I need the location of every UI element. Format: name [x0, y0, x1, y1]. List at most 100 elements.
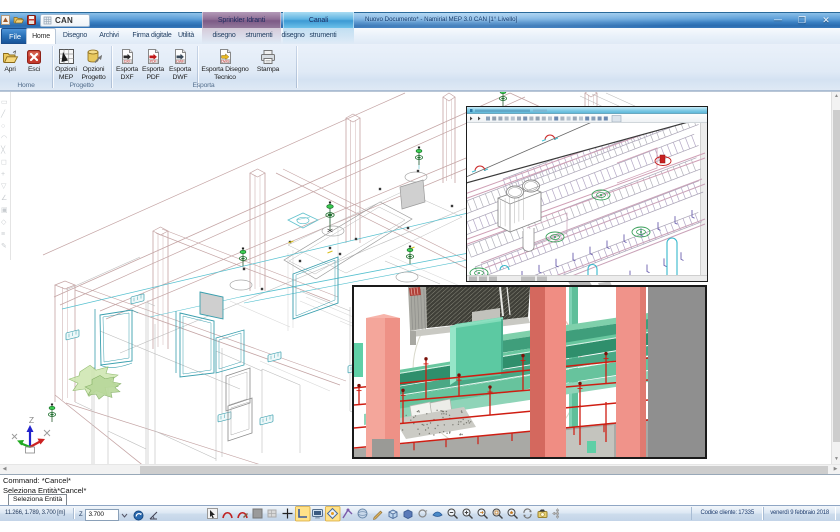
- esporta-pdf-label: Esporta PDF: [139, 66, 167, 81]
- command-line-1: Command: *Cancel*: [3, 476, 840, 486]
- inset-plan-window[interactable]: [466, 106, 708, 282]
- snap-curve-icon[interactable]: [223, 513, 232, 518]
- tab-sprinkler-strumenti[interactable]: strumenti: [239, 28, 279, 44]
- command-history[interactable]: Command: *Cancel* Seleziona Entità*Cance…: [0, 474, 840, 494]
- scroll-right-arrow[interactable]: ▶: [831, 465, 840, 474]
- restore-button[interactable]: ❐: [796, 14, 808, 26]
- esporta-dxf-label: Esporta DXF: [113, 66, 141, 81]
- angle-icon[interactable]: [148, 510, 159, 521]
- tab-file[interactable]: File: [1, 28, 29, 44]
- inset-render-window[interactable]: [352, 285, 707, 459]
- esporta-disegno-tecnico-label: Esporta Disegno Tecnico: [197, 66, 253, 81]
- camera-icon[interactable]: [538, 510, 547, 518]
- minimize-button[interactable]: —: [772, 14, 784, 26]
- regen-icon[interactable]: [524, 509, 532, 518]
- z-value-input[interactable]: 3.700: [85, 509, 119, 521]
- vertical-scroll-thumb[interactable]: [833, 110, 840, 442]
- tracking-icon[interactable]: [133, 510, 144, 521]
- pencil-icon[interactable]: [374, 511, 383, 520]
- tab-disegno[interactable]: Disegno: [57, 28, 93, 44]
- contextual-group-sprinkler[interactable]: Sprinkler Idranti: [202, 12, 281, 28]
- esporta-pdf-button[interactable]: PDF Esporta PDF: [139, 46, 167, 81]
- horizontal-scrollbar[interactable]: ◀ ▶: [0, 464, 840, 474]
- inset-plan-hscroll-parts: [467, 276, 707, 281]
- apri-button[interactable]: Apri: [0, 46, 20, 74]
- polar-icon[interactable]: [343, 509, 352, 519]
- crosshair-icon[interactable]: [283, 509, 293, 519]
- ribbon-button-icon-slot: [24, 46, 44, 64]
- ortho-icon[interactable]: [296, 507, 311, 522]
- group-separator: [296, 46, 297, 88]
- svg-text:▣: ▣: [1, 207, 8, 214]
- statusbar-separator: [73, 508, 74, 519]
- inset-plan-titlebar[interactable]: [467, 107, 707, 114]
- orbit-icon[interactable]: [419, 510, 428, 517]
- svg-text:DWF: DWF: [176, 59, 185, 63]
- zoom-extents-icon[interactable]: [508, 509, 518, 519]
- esporta-dxf-button[interactable]: DXF Esporta DXF: [113, 46, 141, 81]
- scroll-down-arrow[interactable]: ▼: [832, 455, 840, 464]
- esporta-dwf-label: Esporta DWF: [166, 66, 194, 81]
- grid-icon[interactable]: [253, 509, 262, 518]
- left-mini-toolbar[interactable]: ▭╱○◠╳◻+▽∠▣◇≡✎: [0, 92, 11, 260]
- ribbon-button-icon-slot: PDF: [139, 46, 167, 64]
- statusbar-right-segments: Codice cliente: 17335 venerdì 9 febbraio…: [691, 507, 836, 520]
- tab-utilita[interactable]: Utilità: [171, 28, 201, 44]
- save-icon[interactable]: [27, 15, 36, 25]
- inset-plan-toolbar[interactable]: [467, 114, 707, 123]
- ribbon-button-icon-slot: [0, 46, 20, 64]
- tab-home[interactable]: Home: [26, 28, 56, 44]
- cube-icon[interactable]: [389, 510, 397, 519]
- ribbon-button-icon-slot: [53, 46, 79, 64]
- window-buttons: — ❐ ✕: [772, 14, 832, 26]
- select-icon[interactable]: [208, 509, 218, 519]
- svg-text:◠: ◠: [1, 135, 7, 142]
- sphere-icon[interactable]: [358, 509, 367, 518]
- zoom-window-icon[interactable]: [493, 509, 503, 519]
- app-icon[interactable]: [1, 15, 10, 25]
- z-label: Z: [79, 512, 82, 518]
- esci-button[interactable]: Esci: [24, 46, 44, 74]
- esporta-disegno-tecnico-button[interactable]: DWG Esporta Disegno Tecnico: [197, 46, 253, 81]
- horizontal-scroll-thumb[interactable]: [140, 466, 828, 474]
- birdseye-icon[interactable]: [433, 512, 442, 517]
- svg-text:◇: ◇: [1, 219, 7, 226]
- ribbon-button-icon-slot: [254, 46, 282, 64]
- opzioni-mep-button[interactable]: Opzioni MEP: [53, 46, 79, 81]
- can-combo[interactable]: CAN: [40, 14, 90, 27]
- cube2-icon[interactable]: [404, 510, 412, 519]
- tab-canali-strumenti[interactable]: strumenti: [302, 28, 344, 44]
- zoom-out-icon[interactable]: [448, 509, 458, 519]
- pan-icon[interactable]: [553, 509, 560, 519]
- z-spinner[interactable]: [120, 510, 129, 520]
- monitor-icon[interactable]: [313, 510, 323, 519]
- esporta-disegno-tecnico-icon: DWG: [218, 49, 232, 64]
- tab-sprinkler-disegno[interactable]: disegno: [206, 28, 242, 44]
- tab-archivi[interactable]: Archivi: [93, 28, 125, 44]
- svg-text:DWG: DWG: [221, 59, 230, 63]
- command-prompt-row[interactable]: Seleziona Entità: [0, 494, 840, 505]
- open-icon[interactable]: [13, 15, 24, 25]
- status-date: venerdì 9 febbraio 2018: [763, 507, 836, 520]
- esporta-dwf-button[interactable]: DWF Esporta DWF: [166, 46, 194, 81]
- stampa-button[interactable]: Stampa: [254, 46, 282, 74]
- zoom-in-icon[interactable]: [463, 509, 473, 519]
- group-label-esporta: Esporta: [111, 82, 296, 89]
- scroll-left-arrow[interactable]: ◀: [0, 465, 9, 474]
- osnap-icon[interactable]: [326, 507, 341, 522]
- opzioni-mep-icon: [59, 49, 74, 64]
- zoom-dynamic-icon[interactable]: [478, 509, 488, 519]
- vertical-scrollbar[interactable]: ▲ ▼: [831, 92, 840, 464]
- inset-plan-toolbar-icons: [467, 114, 707, 123]
- svg-text:▭: ▭: [1, 99, 8, 106]
- opzioni-mep-label: Opzioni MEP: [53, 66, 79, 81]
- scroll-up-arrow[interactable]: ▲: [832, 92, 840, 101]
- contextual-group-canali[interactable]: Canali: [283, 12, 354, 28]
- grid2-icon[interactable]: [268, 510, 276, 517]
- snap-curve-edit-icon[interactable]: [238, 513, 248, 518]
- inset-plan-hscrollbar[interactable]: [467, 275, 707, 281]
- opzioni-progetto-button[interactable]: Opzioni Progetto: [79, 46, 108, 81]
- close-button[interactable]: ✕: [820, 14, 832, 26]
- ribbon-tab-row: File Home Disegno Archivi Firma digitale…: [0, 28, 840, 44]
- svg-text:DXF: DXF: [124, 59, 132, 63]
